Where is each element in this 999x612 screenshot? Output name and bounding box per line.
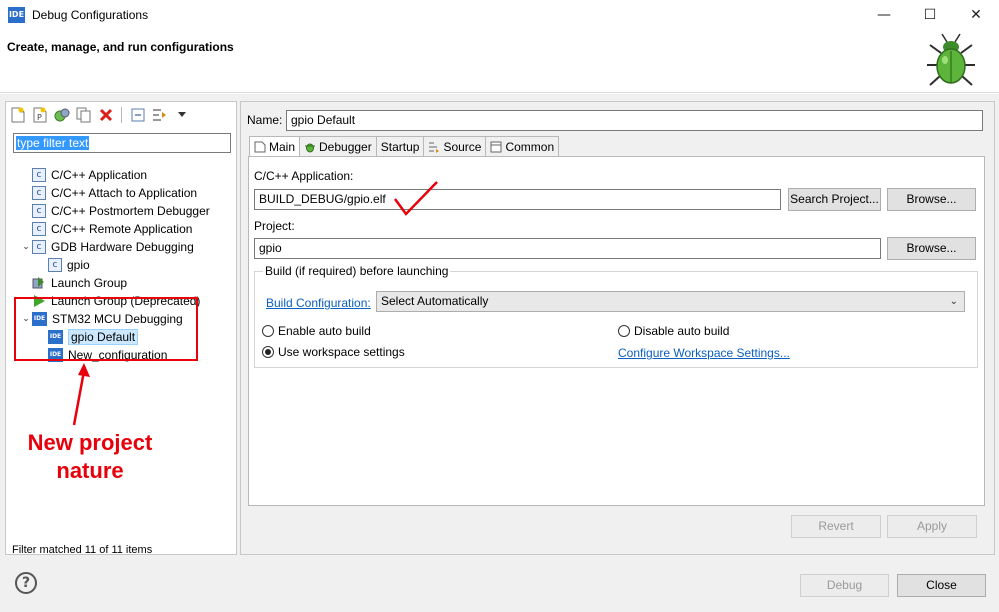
- filter-input[interactable]: type filter text: [13, 133, 231, 153]
- browse-project-button[interactable]: Browse...: [887, 237, 976, 260]
- tab-common[interactable]: Common: [485, 136, 560, 156]
- c-config-icon: c: [32, 186, 46, 200]
- tree-item-label: C/C++ Application: [51, 168, 148, 182]
- build-configuration-link[interactable]: Build Configuration:: [266, 296, 371, 310]
- radio-label: Disable auto build: [634, 324, 730, 338]
- radio-circle: [262, 325, 274, 337]
- tab-label: Main: [269, 140, 296, 154]
- duplicate-icon[interactable]: [74, 106, 93, 125]
- export-icon[interactable]: [52, 106, 71, 125]
- apply-button[interactable]: Apply: [887, 515, 977, 538]
- tree-item-label: C/C++ Postmortem Debugger: [51, 204, 210, 218]
- dialog-content: P type filter text c C/C++ Application c…: [0, 94, 999, 612]
- tree-item-label: GDB Hardware Debugging: [51, 240, 194, 254]
- tree-item-label: gpio: [67, 258, 90, 272]
- maximize-button[interactable]: ☐: [907, 0, 953, 30]
- enable-auto-build-radio[interactable]: Enable auto build: [262, 324, 371, 338]
- checkmark-annotation-icon: [393, 181, 438, 216]
- build-group-title: Build (if required) before launching: [263, 264, 451, 278]
- filter-placeholder-text[interactable]: type filter text: [16, 136, 90, 150]
- annotation-arrow-icon: [72, 363, 90, 426]
- tree-item-cpp-postmortem[interactable]: c C/C++ Postmortem Debugger: [20, 202, 210, 220]
- c-config-icon: c: [32, 204, 46, 218]
- tab-label: Source: [443, 139, 482, 154]
- collapse-all-icon[interactable]: [128, 106, 147, 125]
- tree-item-label: C/C++ Attach to Application: [51, 186, 198, 200]
- tree-item-gpio[interactable]: c gpio: [48, 256, 90, 274]
- dropdown-icon[interactable]: [172, 106, 191, 125]
- main-tab-content: C/C++ Application: BUILD_DEBUG/gpio.elf …: [248, 156, 985, 506]
- annotation-text: New project nature: [27, 430, 153, 483]
- tree-item-cpp-attach[interactable]: c C/C++ Attach to Application: [20, 184, 197, 202]
- new-config-icon[interactable]: [8, 106, 27, 125]
- build-group: Build (if required) before launching Bui…: [254, 264, 978, 368]
- tab-debugger[interactable]: Debugger: [299, 136, 377, 156]
- name-field[interactable]: gpio Default: [286, 110, 983, 131]
- filter-status: Filter matched 11 of 11 items: [12, 544, 153, 556]
- chevron-down-icon: ⌄: [949, 296, 958, 307]
- filter-icon[interactable]: [150, 106, 169, 125]
- title-bar: IDE Debug Configurations — ☐ ✕: [0, 0, 999, 30]
- toolbar-separator: [121, 107, 122, 123]
- radio-circle: [618, 325, 630, 337]
- tab-startup[interactable]: Startup: [375, 136, 425, 156]
- window-title: Debug Configurations: [32, 8, 149, 22]
- build-configuration-value: Select Automatically: [381, 294, 489, 308]
- c-config-icon: c: [32, 240, 46, 254]
- project-label: Project:: [254, 219, 295, 233]
- tree-item-cpp-remote[interactable]: c C/C++ Remote Application: [20, 220, 192, 238]
- tree-item-label: C/C++ Remote Application: [51, 222, 193, 236]
- close-button[interactable]: Close: [897, 574, 986, 597]
- tab-label: Startup: [380, 139, 420, 154]
- tab-source[interactable]: Source: [423, 136, 487, 156]
- help-icon[interactable]: ?: [15, 572, 37, 594]
- c-config-icon: c: [48, 258, 62, 272]
- dialog-header: Create, manage, and run configurations: [0, 30, 999, 93]
- bug-icon: [927, 33, 975, 86]
- close-window-button[interactable]: ✕: [953, 0, 999, 30]
- tab-main[interactable]: Main: [249, 136, 301, 157]
- tree-item-gdb-hardware[interactable]: ⌄ c GDB Hardware Debugging: [20, 238, 194, 256]
- debugger-tab-icon: [305, 143, 316, 152]
- debug-button[interactable]: Debug: [800, 574, 889, 597]
- tree-item-launch-group[interactable]: Launch Group: [32, 274, 127, 292]
- radio-label: Use workspace settings: [278, 345, 405, 359]
- build-configuration-select[interactable]: Select Automatically ⌄: [376, 291, 965, 312]
- application-field[interactable]: BUILD_DEBUG/gpio.elf: [254, 189, 781, 210]
- browse-application-button[interactable]: Browse...: [887, 188, 976, 211]
- left-toolbar: P: [8, 104, 191, 126]
- source-tab-icon: [429, 142, 440, 153]
- config-tabs: Main Debugger Startup Source Common: [249, 136, 560, 157]
- new-prototype-icon[interactable]: P: [30, 106, 49, 125]
- tree-item-cpp-application[interactable]: c C/C++ Application: [20, 166, 147, 184]
- annotation-box: [14, 297, 198, 361]
- main-tab-icon: [254, 141, 266, 153]
- c-config-icon: c: [32, 168, 46, 182]
- application-label: C/C++ Application:: [254, 169, 354, 183]
- radio-circle-checked: [262, 346, 274, 358]
- use-workspace-settings-radio[interactable]: Use workspace settings: [262, 345, 405, 359]
- dialog-header-title: Create, manage, and run configurations: [7, 40, 234, 54]
- svg-text:P: P: [37, 113, 42, 122]
- app-icon: IDE: [8, 7, 25, 23]
- config-editor-panel: Name: gpio Default Main Debugger Startup…: [240, 101, 995, 555]
- delete-icon[interactable]: [96, 106, 115, 125]
- chevron-down-icon[interactable]: ⌄: [20, 242, 32, 252]
- tree-item-label: Launch Group: [51, 276, 128, 290]
- minimize-button[interactable]: —: [861, 0, 907, 30]
- tab-label: Debugger: [319, 139, 372, 154]
- search-project-button[interactable]: Search Project...: [788, 188, 881, 211]
- disable-auto-build-radio[interactable]: Disable auto build: [618, 324, 729, 338]
- common-tab-icon: [490, 141, 502, 152]
- revert-button[interactable]: Revert: [791, 515, 881, 538]
- launch-group-icon: [32, 277, 44, 289]
- name-label: Name:: [247, 113, 283, 127]
- configure-workspace-link[interactable]: Configure Workspace Settings...: [618, 346, 790, 360]
- project-field[interactable]: gpio: [254, 238, 881, 259]
- c-config-icon: c: [32, 222, 46, 236]
- tab-label: Common: [505, 139, 555, 154]
- radio-label: Enable auto build: [278, 324, 371, 338]
